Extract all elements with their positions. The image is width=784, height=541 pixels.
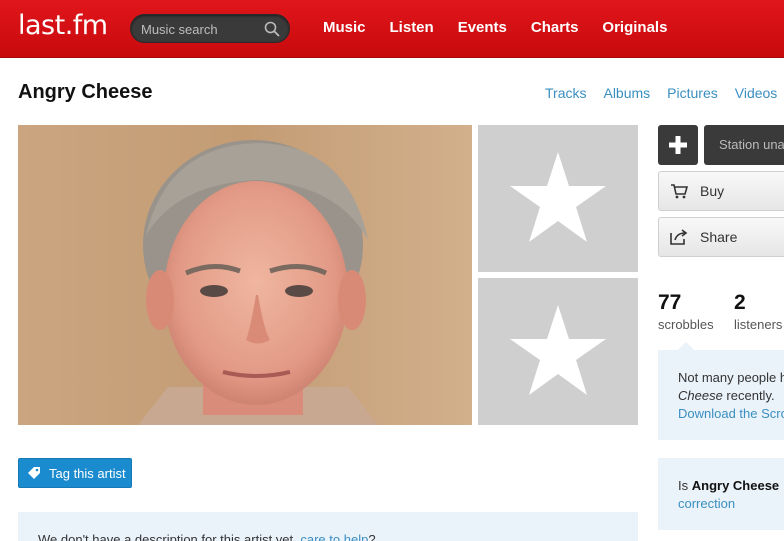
share-label: Share bbox=[700, 229, 738, 245]
lastfm-logo[interactable]: last.fm bbox=[18, 10, 108, 41]
download-scrobbler-link[interactable]: Download the Scro bbox=[678, 406, 784, 421]
info-line-2-rest: recently. bbox=[722, 388, 775, 403]
add-button[interactable] bbox=[658, 125, 698, 165]
nav-listen[interactable]: Listen bbox=[390, 19, 434, 36]
correction-prefix: Is bbox=[678, 478, 692, 493]
correction-link[interactable]: correction bbox=[678, 496, 735, 511]
artist-photo[interactable] bbox=[18, 125, 472, 425]
search-input[interactable] bbox=[141, 21, 261, 37]
info-line-2: Cheese recently. bbox=[678, 388, 775, 403]
tab-albums[interactable]: Albums bbox=[603, 85, 650, 101]
tag-icon bbox=[28, 467, 40, 479]
plus-icon bbox=[669, 136, 687, 154]
listeners-count: 2 bbox=[734, 291, 746, 314]
scrobbles-count: 77 bbox=[658, 291, 682, 314]
scrobbles-label: scrobbles bbox=[658, 317, 714, 332]
correction-box: Is Angry Cheese correction bbox=[658, 458, 784, 530]
star-icon bbox=[510, 305, 606, 395]
portrait-image bbox=[18, 125, 472, 425]
description-suffix: ? bbox=[368, 532, 376, 541]
share-icon bbox=[670, 229, 688, 245]
description-text: We don't have a description for this art… bbox=[38, 532, 376, 541]
station-button[interactable]: Station una bbox=[704, 125, 784, 165]
description-box: We don't have a description for this art… bbox=[18, 512, 638, 541]
tab-pictures[interactable]: Pictures bbox=[667, 85, 718, 101]
tag-artist-button[interactable]: Tag this artist bbox=[18, 458, 132, 488]
info-line-1: Not many people h bbox=[678, 370, 784, 385]
correction-line-1: Is Angry Cheese bbox=[678, 478, 779, 493]
tab-tracks[interactable]: Tracks bbox=[545, 85, 586, 101]
description-message: We don't have a description for this art… bbox=[38, 532, 301, 541]
nav-music[interactable]: Music bbox=[323, 19, 366, 36]
listeners-label: listeners bbox=[734, 317, 783, 332]
cart-icon bbox=[671, 184, 688, 199]
nav-charts[interactable]: Charts bbox=[531, 19, 579, 36]
top-bar: last.fm Music Listen Events Charts Origi… bbox=[0, 0, 784, 58]
scrobbler-info-box: Not many people h Cheese recently. Downl… bbox=[658, 342, 784, 440]
correction-artist: Angry Cheese bbox=[691, 478, 780, 493]
artist-subnav: Tracks Albums Pictures Videos bbox=[545, 85, 784, 101]
nav-originals[interactable]: Originals bbox=[602, 19, 667, 36]
care-to-help-link[interactable]: care to help bbox=[300, 532, 368, 541]
star-icon bbox=[510, 152, 606, 242]
search-icon[interactable] bbox=[264, 21, 280, 37]
info-caret bbox=[678, 342, 694, 350]
buy-label: Buy bbox=[700, 183, 725, 199]
nav-events[interactable]: Events bbox=[458, 19, 507, 36]
share-button[interactable]: Share bbox=[658, 217, 784, 257]
search-box[interactable] bbox=[130, 14, 290, 43]
main-nav: Music Listen Events Charts Originals bbox=[323, 19, 691, 36]
artist-name: Angry Cheese bbox=[18, 81, 153, 103]
buy-button[interactable]: Buy bbox=[658, 171, 784, 211]
tag-artist-label: Tag this artist bbox=[49, 465, 126, 481]
tab-videos[interactable]: Videos bbox=[735, 85, 778, 101]
artist-italic: Cheese bbox=[678, 388, 723, 403]
placeholder-image-1[interactable] bbox=[478, 125, 638, 272]
placeholder-image-2[interactable] bbox=[478, 278, 638, 425]
